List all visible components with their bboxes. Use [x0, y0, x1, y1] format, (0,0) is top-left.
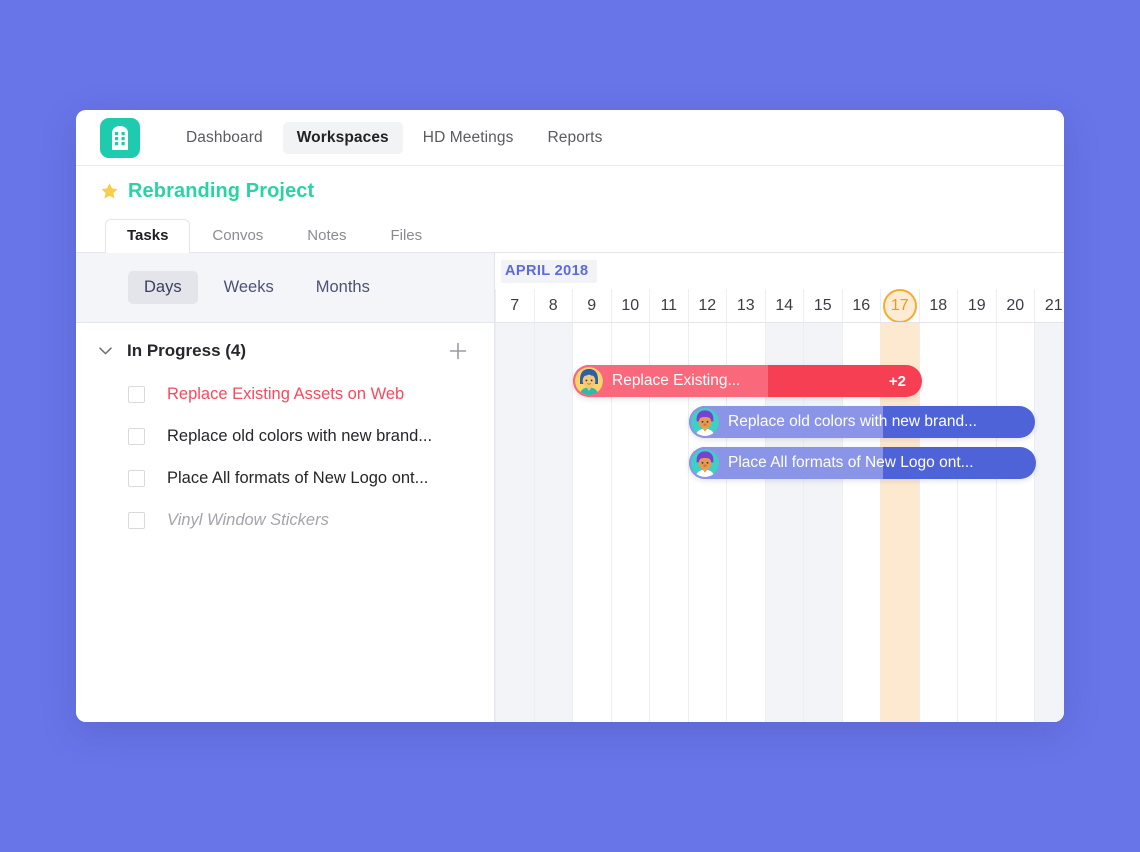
- timeline-day-8[interactable]: 8: [533, 289, 573, 322]
- task-group-header: In Progress (4): [76, 329, 494, 373]
- timeline-day-16[interactable]: 16: [841, 289, 881, 322]
- task-list-pane: Days Weeks Months In Progress (4) Replac…: [76, 253, 495, 722]
- timeline-day-11[interactable]: 11: [649, 289, 688, 322]
- gantt-chart-pane: APRIL 2018 7 8 9 10 11 12 13 14 15 16 17 18 19 20 21: [495, 253, 1064, 722]
- tab-files[interactable]: Files: [368, 220, 444, 252]
- gantt-bar-label: Replace old colors with new brand...: [728, 413, 977, 430]
- gantt-bar-label: Replace Existing...: [612, 372, 741, 389]
- task-list-item[interactable]: Place All formats of New Logo ont...: [76, 457, 494, 499]
- nav-link-dashboard[interactable]: Dashboard: [172, 122, 277, 154]
- view-button-days[interactable]: Days: [128, 271, 198, 304]
- star-icon[interactable]: [100, 182, 119, 201]
- timeline-day-18[interactable]: 18: [918, 289, 958, 322]
- timeline-day-20[interactable]: 20: [995, 289, 1035, 322]
- today-marker: 17: [882, 289, 917, 322]
- timeline-grid: Replace Existing... +2 Replace old color…: [495, 323, 1064, 722]
- task-list-item[interactable]: Replace Existing Assets on Web: [76, 373, 494, 415]
- timeline-column-21: [1034, 323, 1064, 722]
- timeline-column-18: [918, 323, 958, 722]
- timeline-column-8: [533, 323, 572, 722]
- plus-icon[interactable]: [446, 339, 470, 363]
- tab-convos[interactable]: Convos: [190, 220, 285, 252]
- task-label: Vinyl Window Stickers: [167, 510, 329, 529]
- timeline-day-17[interactable]: 17: [880, 289, 919, 322]
- app-window: Dashboard Workspaces HD Meetings Reports…: [76, 110, 1064, 722]
- brand-logo-icon[interactable]: [100, 117, 140, 158]
- task-list-item[interactable]: Vinyl Window Stickers: [76, 499, 494, 541]
- timeline-day-12[interactable]: 12: [687, 289, 727, 322]
- timeline-day-19[interactable]: 19: [957, 289, 996, 322]
- task-checkbox[interactable]: [128, 385, 145, 403]
- timeline-day-21[interactable]: 21: [1034, 289, 1064, 322]
- timeline-column-20: [995, 323, 1035, 722]
- chevron-down-icon[interactable]: [94, 347, 116, 355]
- nav-link-workspaces[interactable]: Workspaces: [282, 121, 403, 154]
- task-checkbox[interactable]: [128, 427, 145, 445]
- nav-links: Dashboard Workspaces HD Meetings Reports: [172, 121, 616, 154]
- timeline-day-13[interactable]: 13: [726, 289, 765, 322]
- timeline-header: APRIL 2018 7 8 9 10 11 12 13 14 15 16 17 18 19 20 21: [495, 253, 1064, 323]
- task-label: Replace old colors with new brand...: [167, 426, 433, 445]
- nav-link-reports[interactable]: Reports: [533, 122, 616, 154]
- main-content: Days Weeks Months In Progress (4) Replac…: [76, 252, 1064, 722]
- task-label: Replace Existing Assets on Web: [167, 384, 405, 403]
- task-group-title: In Progress (4): [127, 341, 247, 360]
- task-checkbox[interactable]: [128, 469, 145, 487]
- gantt-bar-task-1[interactable]: Replace Existing... +2: [573, 365, 922, 397]
- timeline-day-10[interactable]: 10: [610, 289, 650, 322]
- page-title: Rebranding Project: [128, 179, 315, 202]
- view-scale-toolbar: Days Weeks Months: [76, 253, 494, 323]
- timeline-column-19: [957, 323, 996, 722]
- timeline-day-15[interactable]: 15: [803, 289, 842, 322]
- timeline-day-7[interactable]: 7: [495, 289, 534, 322]
- timeline-day-9[interactable]: 9: [572, 289, 611, 322]
- top-navigation-bar: Dashboard Workspaces HD Meetings Reports: [76, 110, 1064, 166]
- gantt-bar-task-3[interactable]: Place All formats of New Logo ont...: [689, 447, 1036, 479]
- tab-bar: Tasks Convos Notes Files: [76, 216, 1064, 253]
- tab-notes[interactable]: Notes: [285, 220, 368, 252]
- gantt-bar-label: Place All formats of New Logo ont...: [728, 454, 974, 471]
- nav-link-hd-meetings[interactable]: HD Meetings: [409, 122, 528, 154]
- avatar: [575, 367, 603, 395]
- building-grid-icon: [112, 125, 128, 150]
- gantt-bar-task-2[interactable]: Replace old colors with new brand...: [689, 406, 1035, 438]
- task-label: Place All formats of New Logo ont...: [167, 468, 429, 487]
- view-button-weeks[interactable]: Weeks: [208, 271, 290, 304]
- timeline-month-label: APRIL 2018: [501, 260, 597, 283]
- avatar: [691, 408, 719, 436]
- avatar: [691, 449, 719, 477]
- timeline-column-7: [495, 323, 534, 722]
- project-header: Rebranding Project: [76, 166, 1064, 216]
- timeline-day-14[interactable]: 14: [764, 289, 804, 322]
- task-list-item[interactable]: Replace old colors with new brand...: [76, 415, 494, 457]
- tab-tasks[interactable]: Tasks: [105, 219, 191, 253]
- task-checkbox[interactable]: [128, 511, 145, 529]
- view-button-months[interactable]: Months: [300, 271, 386, 304]
- gantt-bar-count-badge: +2: [888, 372, 906, 390]
